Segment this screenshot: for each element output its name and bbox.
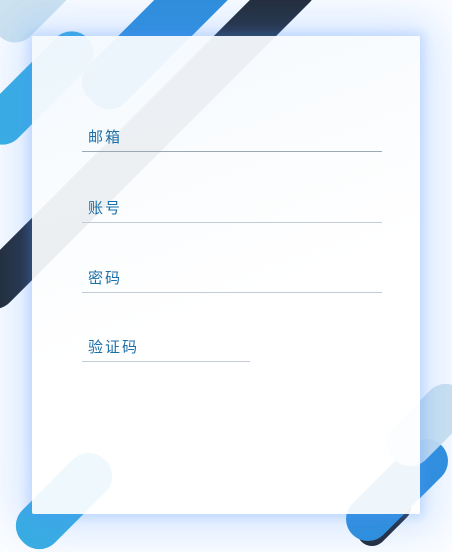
email-label: 邮箱 xyxy=(88,128,123,146)
login-card: 邮箱 账号 密码 验证码 xyxy=(32,36,420,514)
email-field[interactable]: 邮箱 xyxy=(82,128,382,152)
password-field[interactable]: 密码 xyxy=(82,269,382,293)
verification-code-field[interactable]: 验证码 xyxy=(82,338,250,362)
verification-code-label: 验证码 xyxy=(88,338,140,356)
email-input-underline[interactable] xyxy=(82,151,382,152)
account-field[interactable]: 账号 xyxy=(82,199,382,223)
login-stage: 邮箱 账号 密码 验证码 xyxy=(0,0,452,552)
verification-code-input-underline[interactable] xyxy=(82,361,250,362)
account-input-underline[interactable] xyxy=(82,222,382,223)
account-label: 账号 xyxy=(88,199,123,217)
password-label: 密码 xyxy=(88,269,123,287)
password-input-underline[interactable] xyxy=(82,292,382,293)
